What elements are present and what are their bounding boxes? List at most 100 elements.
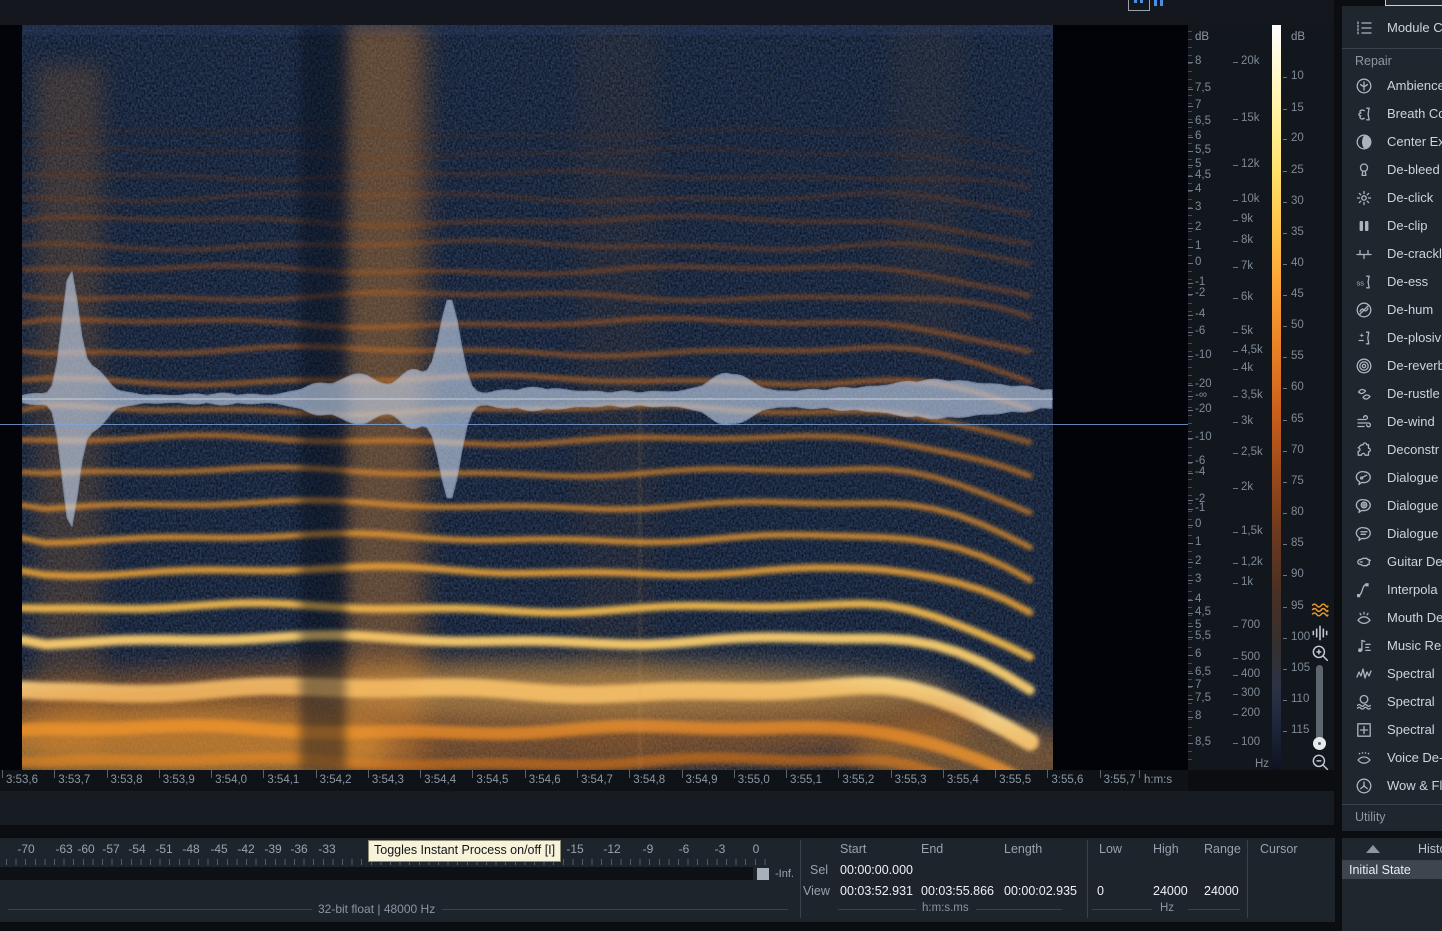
- ruler-tick: [1233, 298, 1238, 299]
- top-band: [0, 0, 1334, 25]
- cut-off-button[interactable]: [1385, 0, 1442, 6]
- freq-high-value[interactable]: 24000: [1153, 884, 1188, 898]
- ruler-label: 5k: [1241, 325, 1254, 337]
- view-length-value[interactable]: 00:00:02.935: [1004, 884, 1077, 898]
- module-item-de-clip[interactable]: De-clip: [1342, 212, 1442, 240]
- time-tick: [1099, 770, 1101, 778]
- module-item-breath-co[interactable]: Breath Co: [1342, 100, 1442, 128]
- module-item-center-ex[interactable]: Center Ex: [1342, 128, 1442, 156]
- ruler-label: 90: [1291, 568, 1304, 580]
- ruler-tick: [1188, 473, 1193, 474]
- module-item-music-reb[interactable]: Music Reb: [1342, 632, 1442, 660]
- ruler-label: 5,5: [1195, 630, 1211, 642]
- frequency-ruler[interactable]: 20k 15k 12k 10k 9k 8k 7k 6k 5k 4,5k 4k 3,5k 3k 2,5k 2k…: [1232, 25, 1272, 770]
- ruler-tick: [1188, 385, 1193, 386]
- ruler-label: 10: [1291, 70, 1304, 82]
- module-item-de-rustle[interactable]: De-rustle: [1342, 380, 1442, 408]
- module-item-spectral[interactable]: Spectral: [1342, 716, 1442, 744]
- module-item-de-bleed[interactable]: De-bleed: [1342, 156, 1442, 184]
- ruler-tick: [1283, 482, 1287, 483]
- vertical-zoom-slider[interactable]: [1316, 665, 1323, 743]
- module-item-spectral[interactable]: Spectral: [1342, 688, 1442, 716]
- module-item-label: Wow & Fl: [1387, 778, 1442, 793]
- module-item-label: De-ess: [1387, 274, 1429, 289]
- time-label: 3:53,6: [6, 774, 38, 786]
- channel-select-icon[interactable]: [1154, 0, 1157, 6]
- module-chain-item[interactable]: Module C: [1342, 14, 1442, 42]
- module-item-spectral[interactable]: Spectral: [1342, 660, 1442, 688]
- time-tick: [158, 770, 160, 778]
- ruler-tick: [1283, 233, 1287, 234]
- module-item-de-wind[interactable]: De-wind: [1342, 408, 1442, 436]
- ruler-tick: [1188, 356, 1193, 357]
- module-item-deconstr[interactable]: Deconstr: [1342, 436, 1442, 464]
- module-item-de-hum[interactable]: De-hum: [1342, 296, 1442, 324]
- module-item-de-plosiv[interactable]: De-plosiv: [1342, 324, 1442, 352]
- ruler-label: 35: [1291, 226, 1304, 238]
- view-start-value[interactable]: 00:03:52.931: [840, 884, 913, 898]
- ruler-tick: [1188, 137, 1193, 138]
- time-tick: [54, 770, 56, 778]
- ruler-tick: [1233, 332, 1238, 333]
- module-item-dialogue[interactable]: Dialogue: [1342, 464, 1442, 492]
- freq-low-value[interactable]: 0: [1097, 884, 1104, 898]
- module-item-de-ess[interactable]: ss De-ess: [1342, 268, 1442, 296]
- de-plosive-icon: [1355, 329, 1373, 347]
- ruler-label: 75: [1291, 475, 1304, 487]
- ruler-tick: [1188, 410, 1193, 411]
- module-item-dialogue[interactable]: Dialogue: [1342, 492, 1442, 520]
- module-item-mouth-de[interactable]: Mouth De: [1342, 604, 1442, 632]
- freq-range-value[interactable]: 24000: [1204, 884, 1239, 898]
- module-item-label: Mouth De: [1387, 610, 1442, 625]
- vertical-zoom-slider-thumb[interactable]: [1313, 737, 1326, 750]
- sel-start-value[interactable]: 00:00:00.000: [840, 863, 913, 877]
- ruler-label: 4,5: [1195, 169, 1211, 181]
- channel-select-boxed-icon[interactable]: [1128, 0, 1150, 11]
- ruler-label: -∞: [1195, 389, 1208, 401]
- ruler-label: 95: [1291, 600, 1304, 612]
- ruler-tick: [1233, 583, 1238, 584]
- de-ess-icon: ss: [1355, 273, 1373, 291]
- spectrogram-view-icon[interactable]: [1310, 600, 1330, 620]
- time-ruler[interactable]: 3:53,6 3:53,7 3:53,8 3:53,9 3:54,0 3:54,1 3:54…: [0, 770, 1188, 791]
- amplitude-ruler[interactable]: 8 7,5 7 6,5 6 5,5 5 4,5 4 3 2 1 0 -1 -2 -4 -6 -10 -20 -∞ -20…: [1188, 25, 1232, 770]
- zoom-in-icon[interactable]: [1310, 643, 1330, 663]
- ruler-tick: [1233, 369, 1238, 370]
- module-item-label: Interpola: [1387, 582, 1438, 597]
- up-arrow-icon[interactable]: [1366, 845, 1380, 853]
- center-extract-icon: [1355, 133, 1373, 151]
- module-item-voice-de[interactable]: Voice De-: [1342, 744, 1442, 772]
- ruler-tick: [1188, 332, 1193, 333]
- zoom-out-icon[interactable]: [1310, 752, 1330, 772]
- time-tick: [211, 770, 213, 778]
- view-end-value[interactable]: 00:03:55.866: [921, 884, 994, 898]
- waveform-view-icon[interactable]: [1310, 623, 1330, 643]
- module-item-de-crackl[interactable]: De-crackl: [1342, 240, 1442, 268]
- module-item-dialogue[interactable]: Dialogue: [1342, 520, 1442, 548]
- history-item[interactable]: Initial State: [1342, 861, 1442, 879]
- module-item-de-reverb[interactable]: De-reverb: [1342, 352, 1442, 380]
- ruler-tick: [1233, 563, 1238, 564]
- spectrogram-canvas[interactable]: [22, 25, 1188, 770]
- module-item-label: Dialogue: [1387, 470, 1439, 485]
- level-meter-value: -Inf.: [775, 868, 794, 880]
- time-tick: [367, 770, 369, 778]
- module-item-label: De-reverb: [1387, 358, 1442, 373]
- ruler-tick: [1188, 600, 1193, 601]
- spectral-recovery-icon: [1355, 693, 1373, 711]
- ruler-tick: [1283, 139, 1287, 140]
- col-length-label: Length: [1004, 842, 1043, 856]
- ruler-tick: [1283, 171, 1287, 172]
- module-item-guitar-de[interactable]: Guitar De: [1342, 548, 1442, 576]
- ruler-tick: [1233, 658, 1238, 659]
- module-item-label: De-plosiv: [1387, 330, 1442, 345]
- module-item-ambience[interactable]: Ambience: [1342, 72, 1442, 100]
- spectrogram-display[interactable]: [0, 25, 1188, 770]
- ruler-tick: [1188, 208, 1193, 209]
- module-item-wow-fl[interactable]: Wow & Fl: [1342, 772, 1442, 800]
- module-item-de-click[interactable]: De-click: [1342, 184, 1442, 212]
- history-header[interactable]: Histo: [1342, 838, 1442, 861]
- spectrogram-colorbar[interactable]: [1272, 25, 1281, 770]
- ruler-label: 30: [1291, 195, 1304, 207]
- module-item-interpola[interactable]: Interpola: [1342, 576, 1442, 604]
